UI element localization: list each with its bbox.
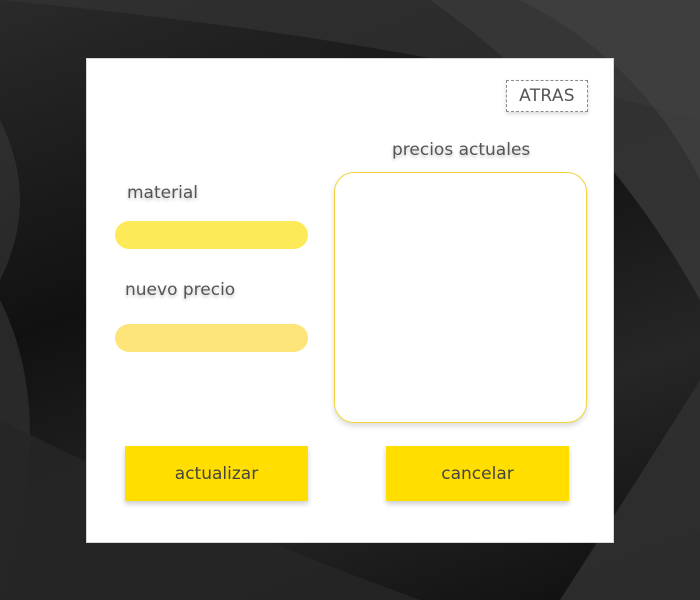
new-price-label: nuevo precio	[125, 280, 236, 300]
update-price-panel: ATRAS material nuevo precio precios actu…	[86, 58, 614, 543]
material-input[interactable]	[115, 221, 308, 249]
update-button[interactable]: actualizar	[125, 446, 308, 501]
new-price-input[interactable]	[115, 324, 308, 352]
back-button[interactable]: ATRAS	[506, 80, 588, 112]
current-prices-list[interactable]	[334, 172, 587, 423]
cancel-button[interactable]: cancelar	[386, 446, 569, 501]
current-prices-title: precios actuales	[392, 140, 531, 160]
material-label: material	[127, 183, 198, 203]
